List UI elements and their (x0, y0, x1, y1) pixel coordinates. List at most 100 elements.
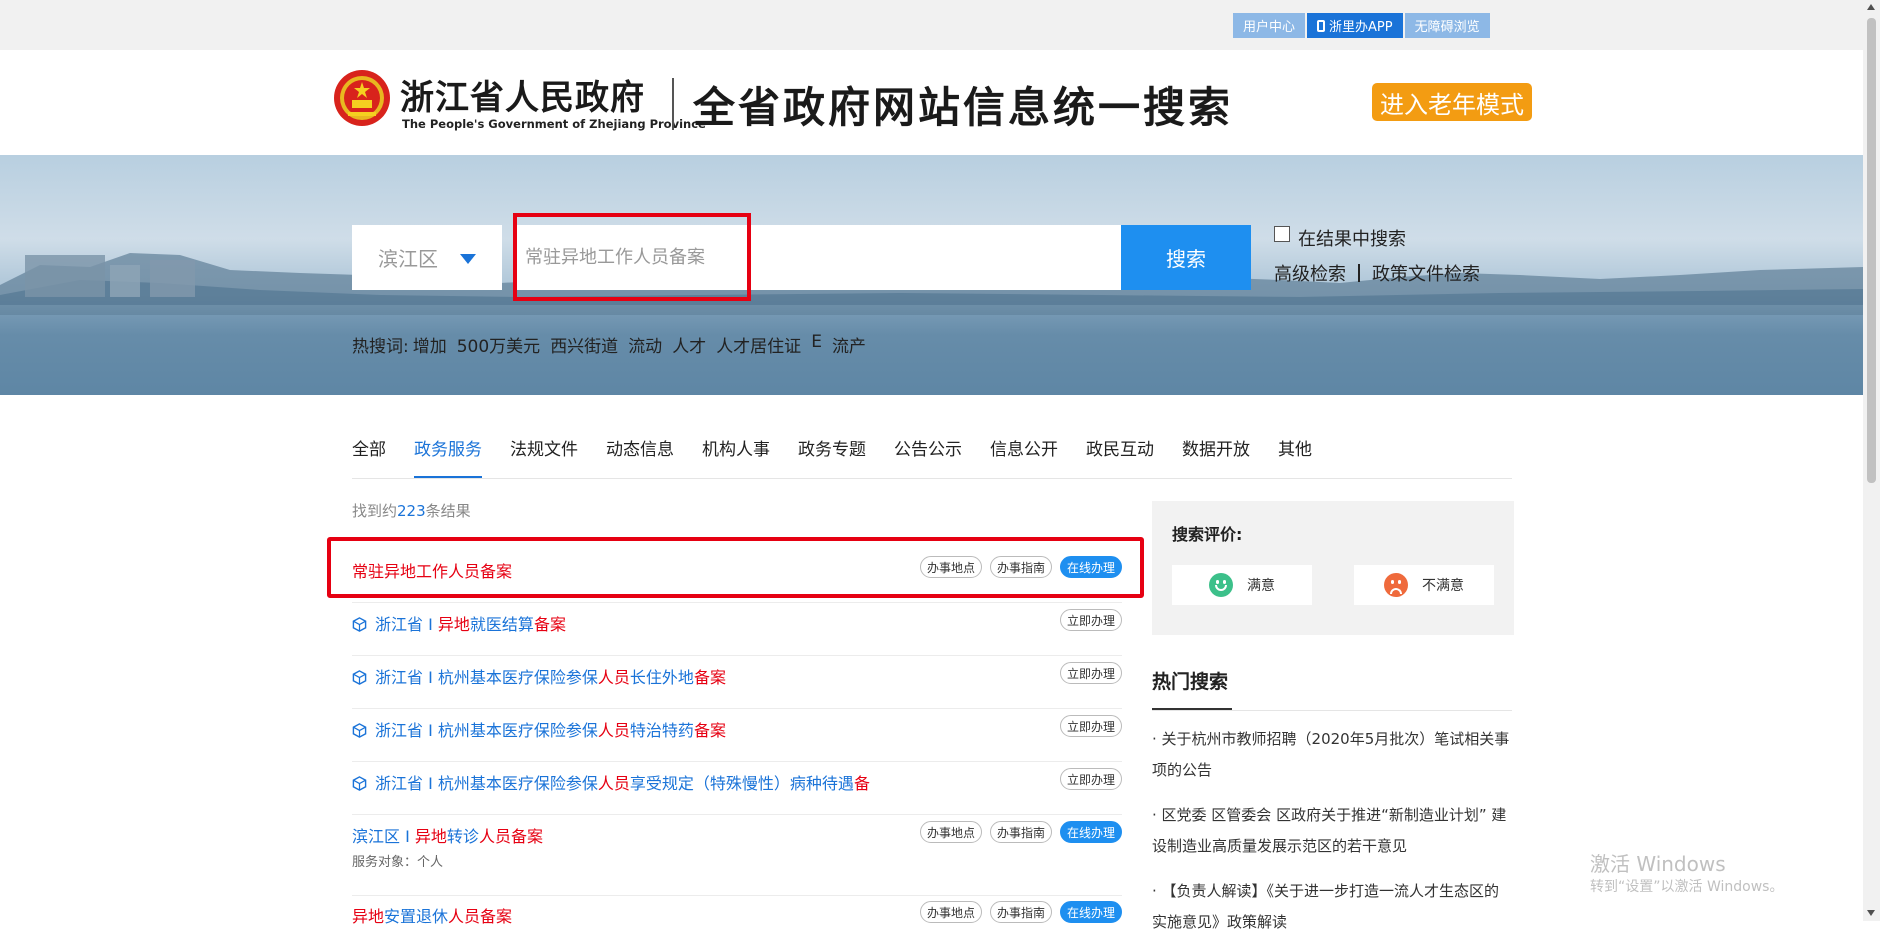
search-highlight-box (513, 213, 751, 301)
result-title-segment: 滨江区 I (352, 827, 415, 846)
apply-now-button[interactable]: 立即办理 (1060, 768, 1122, 790)
satisfied-button[interactable]: 满意 (1172, 565, 1312, 605)
tab-open-data[interactable]: 数据开放 (1182, 435, 1250, 475)
zheliban-app-link[interactable]: 浙里办APP (1307, 13, 1403, 38)
evaluation-title: 搜索评价: (1172, 525, 1243, 544)
result-count-number: 223 (397, 502, 426, 520)
result-title-segment: 人员 (597, 721, 630, 740)
result-divider (352, 602, 1122, 603)
apply-now-button[interactable]: 立即办理 (1060, 662, 1122, 684)
zheliban-app-label: 浙里办APP (1329, 20, 1393, 35)
tab-special-topics[interactable]: 政务专题 (798, 435, 866, 475)
satisfied-label: 满意 (1247, 578, 1275, 594)
region-select[interactable]: 滨江区 (352, 225, 502, 290)
hot-search-item[interactable]: · 【负责人解读】《关于进一步打造一流人才生态区的实施意见》政策解读 (1152, 876, 1512, 938)
scrollbar-thumb[interactable] (1867, 18, 1876, 483)
online-apply-button[interactable]: 在线办理 (1060, 901, 1122, 923)
result-title-link[interactable]: 浙江省 I 杭州基本医疗保险参保人员长住外地备案 (352, 664, 726, 688)
result-title-segment: 人员备案 (448, 907, 513, 926)
result-title-segment: 人员 (597, 668, 630, 687)
hotword[interactable]: 500万美元 (457, 332, 540, 357)
result-title-segment: 备案 (693, 721, 726, 740)
result-title-segment: 人员 (597, 774, 630, 793)
service-guide-button[interactable]: 办事指南 (990, 821, 1052, 843)
hotword[interactable]: 人才 (672, 332, 706, 357)
tabs-divider (352, 478, 1512, 479)
tab-interaction[interactable]: 政民互动 (1086, 435, 1154, 475)
user-center-link[interactable]: 用户中心 (1233, 13, 1306, 38)
result-title-segment: 人员备案 (478, 827, 543, 846)
hotword[interactable]: 增加 (413, 332, 447, 357)
hotwords-label: 热搜词: (352, 337, 409, 357)
service-cube-icon (352, 776, 367, 791)
result-count-prefix: 找到约 (352, 502, 398, 520)
result-title-segment: 异地 (414, 827, 447, 846)
hotwords: 热搜词: 增加 500万美元 西兴街道 流动 人才 人才居住证 E 流产 (352, 332, 876, 357)
office-location-button[interactable]: 办事地点 (920, 821, 982, 843)
page-scrollbar[interactable] (1863, 0, 1880, 921)
region-select-value: 滨江区 (378, 247, 438, 271)
result-title-segment: 浙江省 I 杭州基本医疗保险参保 (375, 668, 598, 687)
result-title-segment: 享受规定（特殊慢性）病种待遇 (629, 774, 854, 793)
result-divider (352, 814, 1122, 815)
user-center-label: 用户中心 (1243, 20, 1296, 35)
result-title-link[interactable]: 浙江省 I 杭州基本医疗保险参保人员特治特药备案 (352, 717, 726, 741)
phone-icon (1317, 19, 1326, 32)
tab-news[interactable]: 动态信息 (606, 435, 674, 475)
search-within-results-label[interactable]: 在结果中搜索 (1298, 225, 1406, 251)
tab-regulations[interactable]: 法规文件 (510, 435, 578, 475)
advanced-search-link[interactable]: 高级检索 (1274, 260, 1346, 286)
tab-announcements[interactable]: 公告公示 (894, 435, 962, 475)
hot-search-item[interactable]: · 区党委 区管委会 区政府关于推进“新制造业计划” 建设制造业高质量发展示范区… (1152, 800, 1512, 862)
search-button[interactable]: 搜索 (1121, 225, 1251, 290)
category-tabs: 全部 政务服务 法规文件 动态信息 机构人事 政务专题 公告公示 信息公开 政民… (352, 435, 1340, 478)
result-title-link[interactable]: 滨江区 I 异地转诊人员备案 (352, 823, 543, 847)
result-title-segment: 安置退休 (384, 907, 449, 926)
search-evaluation-panel: 搜索评价: 满意 不满意 (1152, 501, 1514, 635)
result-title-segment: 特治特药 (629, 721, 694, 740)
dissatisfied-label: 不满意 (1422, 578, 1464, 594)
top-utility-bar: 用户中心 浙里办APP 无障碍浏览 (0, 0, 1863, 50)
hot-search-divider (1152, 710, 1512, 711)
office-location-button[interactable]: 办事地点 (920, 901, 982, 923)
apply-now-button[interactable]: 立即办理 (1060, 609, 1122, 631)
elder-mode-button[interactable]: 进入老年模式 (1372, 83, 1532, 121)
tab-personnel[interactable]: 机构人事 (702, 435, 770, 475)
link-separator (1358, 264, 1360, 282)
result-title-segment: 浙江省 I (375, 615, 438, 634)
service-guide-button[interactable]: 办事指南 (990, 901, 1052, 923)
site-title[interactable]: 浙江省人民政府 (400, 70, 645, 119)
tab-other[interactable]: 其他 (1278, 435, 1312, 475)
accessibility-label: 无障碍浏览 (1414, 20, 1480, 35)
apply-now-button[interactable]: 立即办理 (1060, 715, 1122, 737)
result-title-segment: 备案 (693, 668, 726, 687)
chevron-down-icon[interactable] (460, 254, 476, 264)
online-apply-button[interactable]: 在线办理 (1060, 821, 1122, 843)
tab-government-services[interactable]: 政务服务 (414, 435, 482, 478)
hotword[interactable]: 西兴街道 (550, 332, 618, 357)
result-divider (352, 655, 1122, 656)
policy-search-link[interactable]: 政策文件检索 (1372, 260, 1480, 286)
result-title-segment: 就医结算 (469, 615, 534, 634)
windows-activation-hint: 转到“设置”以激活 Windows。 (1590, 879, 1784, 895)
hotword[interactable]: 人才居住证 (716, 332, 801, 357)
result-title-segment: 浙江省 I 杭州基本医疗保险参保 (375, 774, 598, 793)
windows-activation-title: 激活 Windows (1590, 852, 1726, 876)
result-title-link[interactable]: 异地安置退休人员备案 (352, 903, 512, 927)
dissatisfied-button[interactable]: 不满意 (1354, 565, 1494, 605)
tab-disclosure[interactable]: 信息公开 (990, 435, 1058, 475)
search-within-results-checkbox[interactable] (1274, 226, 1290, 242)
smile-icon (1209, 573, 1233, 597)
hotword[interactable]: 流动 (628, 332, 662, 357)
accessibility-link[interactable]: 无障碍浏览 (1404, 13, 1490, 38)
page-heading: 全省政府网站信息统一搜索 (693, 83, 1234, 132)
scroll-up-arrow-icon[interactable] (1867, 4, 1875, 10)
hotword[interactable]: 流产 (832, 332, 866, 357)
hotword[interactable]: E (811, 332, 822, 357)
result-title-link[interactable]: 浙江省 I 杭州基本医疗保险参保人员享受规定（特殊慢性）病种待遇备 (352, 770, 870, 794)
advanced-links: 高级检索 政策文件检索 (1274, 260, 1480, 286)
result-title-link[interactable]: 浙江省 I 异地就医结算备案 (352, 611, 566, 635)
hot-search-item[interactable]: · 关于杭州市教师招聘（2020年5月批次）笔试相关事项的公告 (1152, 724, 1512, 786)
scroll-down-arrow-icon[interactable] (1867, 910, 1875, 916)
tab-all[interactable]: 全部 (352, 435, 386, 475)
